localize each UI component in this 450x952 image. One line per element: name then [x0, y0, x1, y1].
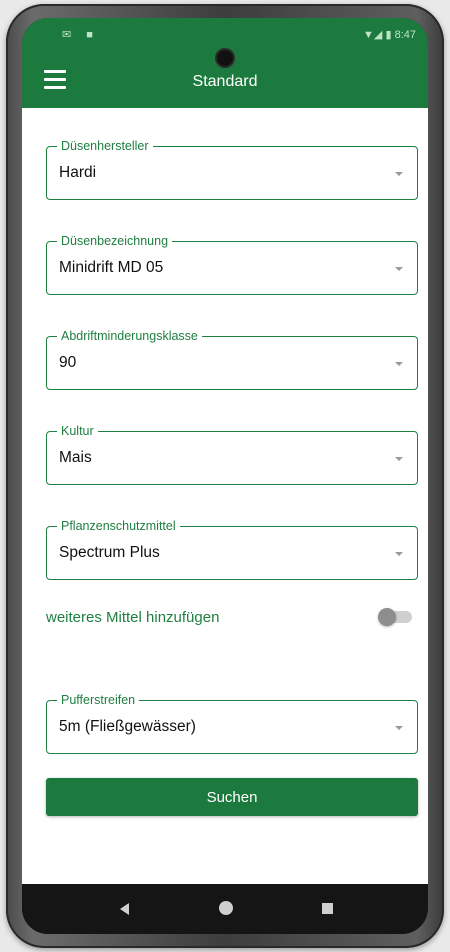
field-label: Abdriftminderungsklasse	[57, 328, 202, 344]
recent-apps-icon[interactable]	[322, 903, 333, 914]
status-left-icons: ✉ ■	[62, 29, 99, 41]
nozzle-manufacturer-select[interactable]: Düsenhersteller Hardi	[46, 138, 418, 200]
status-time: 8:47	[394, 29, 416, 41]
front-camera	[217, 50, 233, 66]
search-button[interactable]: Suchen	[46, 778, 418, 816]
dropdown-arrow-icon	[395, 552, 403, 556]
field-value: Mais	[59, 449, 92, 466]
field-label: Düsenbezeichnung	[57, 233, 173, 249]
field-value: Minidrift MD 05	[59, 259, 164, 276]
form-content: Düsenhersteller Hardi Düsenbezeichnung M…	[22, 108, 428, 884]
status-right: ▼◢ ▮ 8:47	[363, 28, 416, 41]
dropdown-arrow-icon	[395, 457, 403, 461]
drift-reduction-class-select[interactable]: Abdriftminderungsklasse 90	[46, 328, 418, 390]
phone-screen: ✉ ■ ▼◢ ▮ 8:47 Standard Düsenhersteller H…	[22, 18, 428, 934]
field-label: Pflanzenschutzmittel	[57, 518, 180, 534]
back-icon[interactable]	[120, 903, 129, 915]
toggle-knob	[378, 608, 396, 626]
add-agent-toggle-row: weiteres Mittel hinzufügen	[46, 602, 418, 632]
field-value: Spectrum Plus	[59, 544, 160, 561]
dropdown-arrow-icon	[395, 267, 403, 271]
phone-frame: ✉ ■ ▼◢ ▮ 8:47 Standard Düsenhersteller H…	[6, 4, 444, 948]
dropdown-arrow-icon	[395, 362, 403, 366]
field-value: 5m (Fließgewässer)	[59, 718, 196, 735]
signal-icons: ▼◢ ▮	[363, 29, 392, 41]
pesticide-select[interactable]: Pflanzenschutzmittel Spectrum Plus	[46, 518, 418, 580]
add-agent-toggle[interactable]	[378, 608, 412, 626]
field-label: Pufferstreifen	[57, 692, 140, 708]
crop-select[interactable]: Kultur Mais	[46, 423, 418, 485]
dropdown-arrow-icon	[395, 172, 403, 176]
add-agent-label: weiteres Mittel hinzufügen	[46, 609, 220, 626]
field-value: Hardi	[59, 164, 97, 181]
android-nav-bar	[22, 884, 428, 934]
buffer-strip-select[interactable]: Pufferstreifen 5m (Fließgewässer)	[46, 692, 418, 754]
app-title: Standard	[192, 73, 258, 90]
field-label: Kultur	[57, 423, 98, 439]
dropdown-arrow-icon	[395, 726, 403, 730]
nozzle-designation-select[interactable]: Düsenbezeichnung Minidrift MD 05	[46, 233, 418, 295]
home-icon[interactable]	[219, 901, 233, 915]
field-value: 90	[59, 354, 77, 371]
field-label: Düsenhersteller	[57, 138, 153, 154]
status-bar: ✉ ■ ▼◢ ▮ 8:47	[22, 18, 428, 52]
